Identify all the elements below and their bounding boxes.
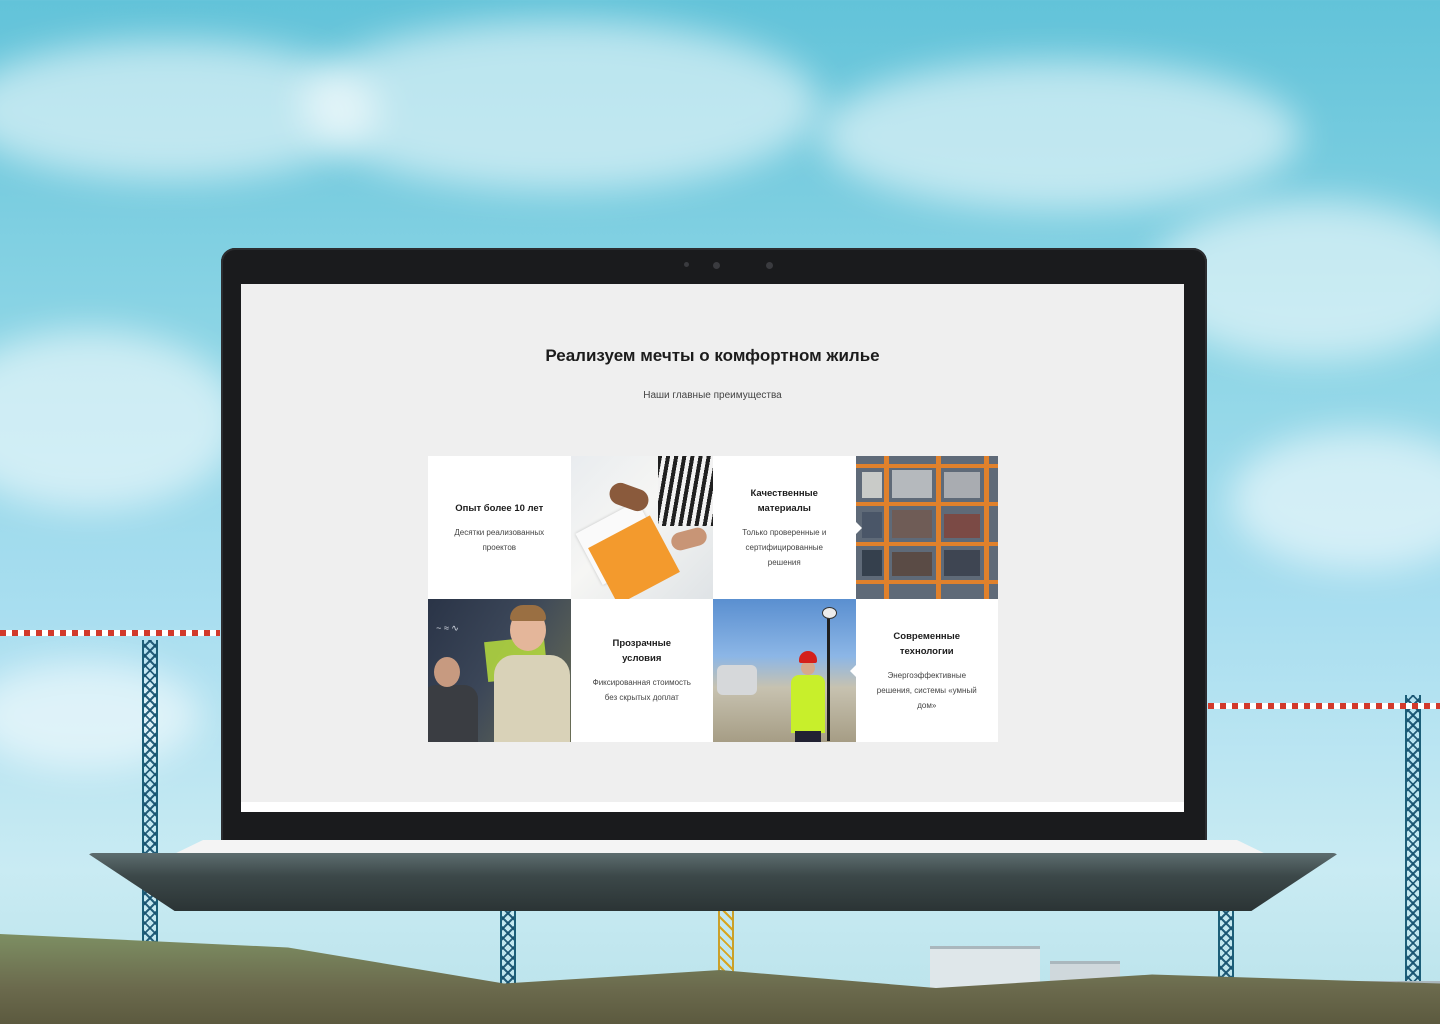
crane-small [500,905,516,995]
cloud [300,20,820,190]
advantage-card-materials: Качественные материалы Только проверенны… [713,456,856,599]
sensor-dot [684,262,689,267]
laptop-base [87,853,1339,911]
card-title: Опыт более 10 лет [455,502,544,514]
advantage-card-technologies: Современные технологии Энергоэффективные… [855,599,998,742]
card-title: Прозрачные условия [612,638,672,664]
photo-building-materials-shelves [855,456,998,599]
webcam-icon [713,262,720,269]
crane-jib [0,630,220,636]
advantage-card-experience: Опыт более 10 лет Десятки реализованных … [428,456,571,599]
card-text: Только проверенные и сертифицированные р… [742,527,827,567]
cloud [820,60,1300,210]
sensor-dot [766,262,773,269]
card-text: Фиксированная стоимость без скрытых допл… [592,678,691,702]
laptop-screen: Реализуем мечты о комфортном жилье Наши … [241,284,1184,812]
card-text: Энергоэффективные решения, системы «умны… [876,670,977,710]
crane-right [1405,695,1421,985]
pointer-arrow-icon [849,663,856,678]
crane-left [142,640,158,970]
cloud [0,660,200,770]
page-footer-edge [241,802,1184,812]
advantages-grid: Опыт более 10 лет Десятки реализованных … [428,456,998,742]
card-title: Качественные материалы [750,487,818,514]
page-subtitle: Наши главные преимущества [643,390,782,401]
photo-architects-drawings [570,456,713,599]
cloud [1230,430,1440,570]
photo-surveyor-on-site [713,599,856,742]
page-title: Реализуем мечты о комфортном жилье [545,346,880,365]
photo-people-at-glass-board: ~ ≈ ∿ [428,599,571,742]
crane-jib [1208,703,1440,709]
card-text: Десятки реализованных проектов [454,527,545,552]
advantage-card-terms: Прозрачные условия Фиксированная стоимос… [570,599,713,742]
card-title: Современные технологии [893,630,961,657]
cloud [0,330,240,510]
